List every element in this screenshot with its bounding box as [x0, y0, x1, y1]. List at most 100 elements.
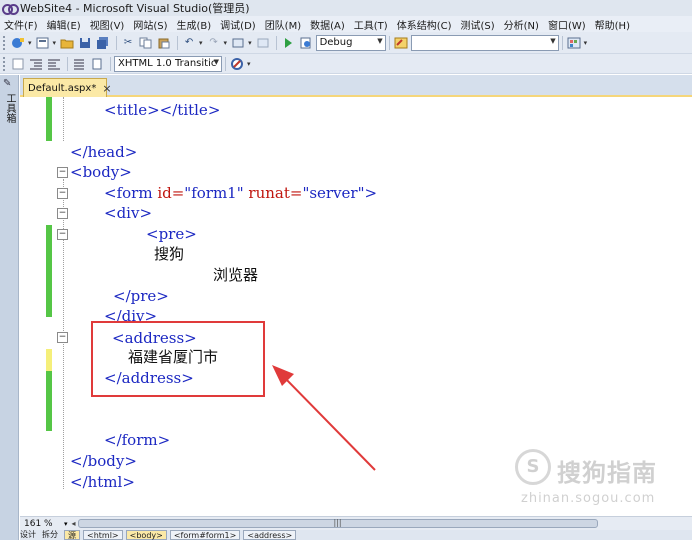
toolbar-options-dropdown-icon[interactable]: ▾ [247, 60, 251, 68]
save-icon[interactable] [77, 36, 93, 50]
start-debugging-icon[interactable] [280, 36, 296, 50]
code-line[interactable]: <body> [70, 163, 132, 181]
collapse-toggle-icon[interactable]: − [57, 229, 68, 240]
add-item-icon[interactable] [35, 36, 51, 50]
find-in-files-icon[interactable] [393, 36, 409, 50]
menu-window[interactable]: 窗口(W) [548, 17, 586, 32]
zoom-dropdown-icon[interactable]: ▾ [64, 520, 68, 528]
undo-icon[interactable]: ↶ [181, 36, 197, 50]
source-view-button[interactable]: 源 [64, 530, 80, 540]
find-combo[interactable]: ▼ [410, 34, 559, 51]
scroll-left-icon[interactable]: ◂ [72, 519, 76, 528]
redo-icon[interactable]: ↷ [206, 36, 222, 50]
code-token-tag: </form> [104, 431, 171, 449]
code-line[interactable]: <form id="form1" runat="server"> [104, 184, 377, 202]
menu-file[interactable]: 文件(F) [4, 17, 38, 32]
format-document-icon[interactable] [89, 57, 105, 71]
document-tab-bar: Default.aspx* × [20, 75, 692, 97]
navigate-forward-icon[interactable] [255, 36, 271, 50]
menu-data[interactable]: 数据(A) [310, 17, 345, 32]
open-folder-icon[interactable] [59, 36, 75, 50]
paste-icon[interactable] [156, 36, 172, 50]
code-token-attribute: runat= [243, 184, 303, 202]
code-token-tag: <form [104, 184, 153, 202]
menu-website[interactable]: 网站(S) [133, 17, 167, 32]
menu-debug[interactable]: 调试(D) [220, 17, 256, 32]
save-all-icon[interactable] [95, 36, 111, 50]
pin-icon[interactable]: ✎ [3, 78, 11, 89]
toolbar-grip[interactable] [3, 56, 6, 71]
format-selection-icon[interactable] [71, 57, 87, 71]
toolbox-label[interactable]: 工具箱 [3, 93, 15, 123]
code-line[interactable]: </html> [70, 473, 135, 491]
collapse-toggle-icon[interactable]: − [57, 208, 68, 219]
new-project-dropdown-icon[interactable]: ▾ [28, 39, 32, 47]
increase-indent-icon[interactable] [46, 57, 62, 71]
zoom-level[interactable]: 161 % [24, 519, 64, 529]
collapse-toggle-icon[interactable]: − [57, 332, 68, 343]
comment-icon[interactable] [10, 57, 26, 71]
sogou-logo-icon: S [515, 449, 551, 485]
code-token-text: 浏览器 [213, 266, 259, 284]
doctype-select[interactable]: XHTML 1.0 Transitic ▼ [114, 55, 222, 72]
redo-dropdown-icon[interactable]: ▾ [224, 39, 228, 47]
split-view-button[interactable]: 拆分 [42, 530, 58, 540]
code-line[interactable]: </pre> [113, 287, 169, 305]
scroll-thumb[interactable]: ||| [77, 518, 598, 528]
collapse-toggle-icon[interactable]: − [57, 167, 68, 178]
copy-icon[interactable] [138, 36, 154, 50]
toolbox-strip[interactable]: ✎ 工具箱 [0, 75, 19, 540]
close-icon[interactable]: × [102, 82, 111, 95]
check-accessibility-icon[interactable] [229, 57, 245, 71]
toolbar-options-dropdown-icon[interactable]: ▾ [584, 39, 588, 47]
menu-edit[interactable]: 编辑(E) [47, 17, 81, 32]
watermark-text: 搜狗指南 [557, 459, 657, 487]
breadcrumb-form[interactable]: <form#form1> [169, 530, 241, 540]
collapse-toggle-icon[interactable]: − [57, 188, 68, 199]
code-line[interactable]: <div> [104, 204, 152, 222]
toolbar-separator [388, 35, 390, 50]
code-line[interactable]: </head> [70, 143, 137, 161]
navigate-backward-icon[interactable] [230, 36, 246, 50]
code-line[interactable]: </body> [70, 452, 137, 470]
new-project-icon[interactable] [10, 36, 26, 50]
code-token-tag: > [364, 184, 378, 202]
toolbar-separator [116, 35, 118, 50]
html-source-toolbar: XHTML 1.0 Transitic ▼ ▾ [0, 54, 692, 74]
menu-build[interactable]: 生成(B) [177, 17, 212, 32]
menu-team[interactable]: 团队(M) [265, 17, 301, 32]
solution-explorer-icon[interactable] [566, 36, 582, 50]
decrease-indent-icon[interactable] [28, 57, 44, 71]
toolbar-grip[interactable] [3, 35, 6, 50]
code-line[interactable]: 浏览器 [213, 266, 258, 284]
design-view-button[interactable]: 设计 [20, 530, 36, 540]
breadcrumb-address[interactable]: <address> [243, 530, 297, 540]
attach-page-icon[interactable] [298, 36, 314, 50]
menu-analyze[interactable]: 分析(N) [504, 17, 539, 32]
code-line[interactable]: </form> [104, 431, 170, 449]
menu-view[interactable]: 视图(V) [90, 17, 125, 32]
code-line[interactable]: <title></title> [104, 101, 220, 119]
navigate-dropdown-icon[interactable]: ▾ [248, 39, 252, 47]
menu-architecture[interactable]: 体系结构(C) [397, 17, 452, 32]
code-editor[interactable]: − − − − − <title></title> </head> <body>… [20, 97, 692, 516]
toolbar-separator [177, 35, 179, 50]
sogou-watermark: S 搜狗指南 zhinan.sogou.com [515, 449, 685, 509]
change-indicator [46, 349, 52, 371]
toolbar-separator [67, 56, 68, 71]
solution-configuration-select[interactable]: Debug ▼ [315, 34, 386, 51]
menu-tools[interactable]: 工具(T) [354, 17, 388, 32]
toolbar-separator [110, 56, 111, 71]
breadcrumb-body[interactable]: <body> [125, 530, 167, 540]
menu-help[interactable]: 帮助(H) [595, 17, 630, 32]
window-title: WebSite4 - Microsoft Visual Studio(管理员) [20, 2, 250, 15]
cut-icon[interactable]: ✂ [120, 36, 136, 50]
code-line[interactable]: <pre> [146, 225, 197, 243]
add-item-dropdown-icon[interactable]: ▾ [53, 39, 57, 47]
code-line[interactable]: 搜狗 [154, 245, 184, 263]
code-token-text: 搜狗 [154, 245, 185, 263]
breadcrumb-html[interactable]: <html> [83, 530, 123, 540]
undo-dropdown-icon[interactable]: ▾ [199, 39, 203, 47]
menu-test[interactable]: 测试(S) [461, 17, 495, 32]
tab-default-aspx[interactable]: Default.aspx* × [23, 78, 112, 97]
